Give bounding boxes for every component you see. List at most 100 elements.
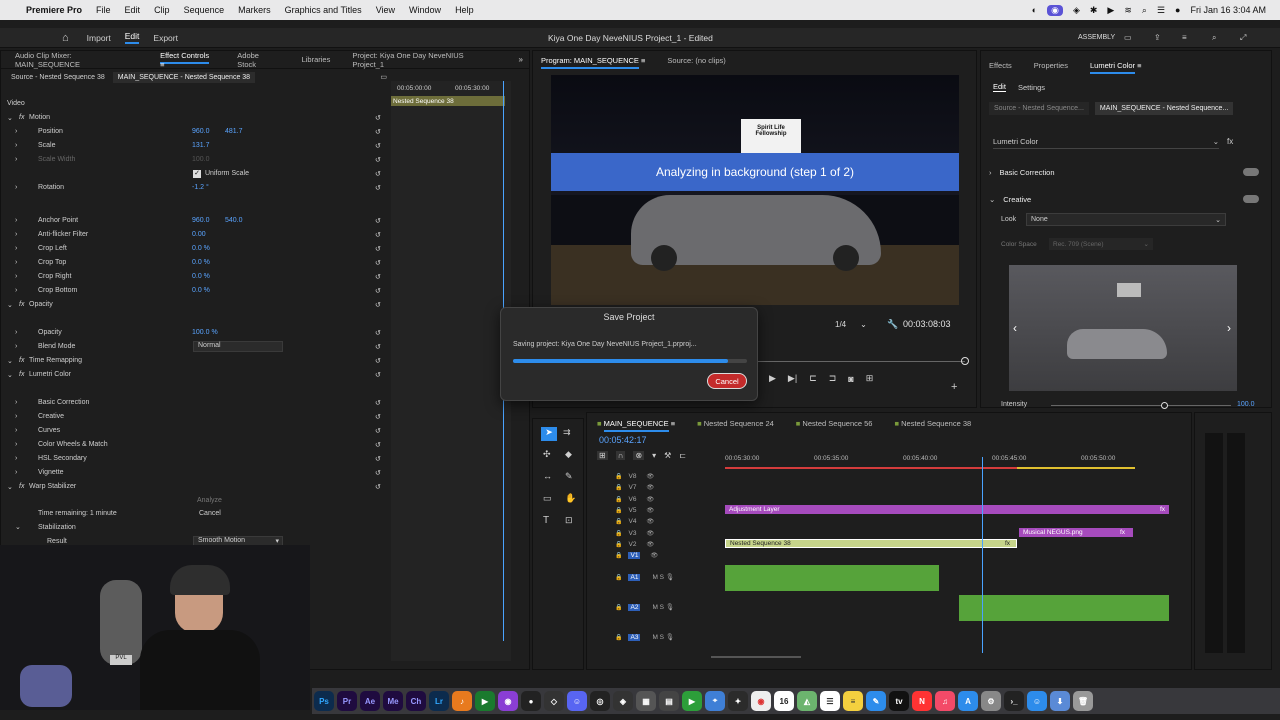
menu-edit[interactable]: Edit <box>125 5 141 15</box>
pen-icon[interactable]: ✎ <box>565 471 573 482</box>
chevron-icon[interactable]: › <box>15 245 17 252</box>
reminders-dock-icon[interactable]: ☰ <box>820 691 840 711</box>
ec-row-opacity[interactable]: ⌄ fx Opacity ↺ <box>1 298 391 311</box>
preview-prev-icon[interactable]: ‹ <box>1013 321 1017 335</box>
program-scrub-handle[interactable] <box>961 357 969 365</box>
marker-icon[interactable]: ▾ <box>652 451 656 460</box>
ec-value-1[interactable]: 0.0 % <box>192 273 210 280</box>
stabilize-cancel-button[interactable]: Cancel <box>199 510 221 517</box>
colorspace-select[interactable]: Rec. 709 (Scene) ⌄ <box>1049 238 1153 250</box>
chevron-icon[interactable]: › <box>15 287 17 294</box>
lock-icon[interactable]: 🔒 <box>615 635 622 641</box>
subtab-settings[interactable]: Settings <box>1018 83 1045 92</box>
video-track-header[interactable]: 🔒 V2 👁 <box>615 541 654 552</box>
app-name-menu[interactable]: Premiere Pro <box>26 5 82 15</box>
wifi-icon[interactable]: ≋ <box>1124 5 1132 16</box>
reset-icon[interactable]: ↺ <box>375 427 381 435</box>
reset-icon[interactable]: ↺ <box>375 399 381 407</box>
reset-icon[interactable]: ↺ <box>375 217 381 225</box>
fullscreen-icon[interactable]: ⤢ <box>1240 33 1246 43</box>
tab-adobe-stock[interactable]: Adobe Stock <box>237 51 279 69</box>
tab-audio-clip-mixer[interactable]: Audio Clip Mixer: MAIN_SEQUENCE <box>15 51 138 69</box>
clip-audio-a1[interactable] <box>725 565 939 591</box>
selection-tool-icon[interactable]: ➤ <box>541 427 557 441</box>
mute-solo-mic-icon[interactable]: M S 🎙 <box>652 604 674 611</box>
tab-import[interactable]: Import <box>87 33 111 43</box>
lock-icon[interactable]: 🔒 <box>615 575 622 581</box>
reset-icon[interactable]: ↺ <box>375 371 381 379</box>
eye-icon[interactable]: 👁 <box>646 485 654 491</box>
music-dock-icon[interactable]: ♫ <box>935 691 955 711</box>
news-dock-icon[interactable]: N <box>912 691 932 711</box>
captions-icon[interactable]: ⊏ <box>679 451 686 460</box>
ec-row-warp-stabilizer[interactable]: ⌄ fx Warp Stabilizer ↺ <box>1 480 391 493</box>
ripple-edit-icon[interactable]: ✣ <box>543 449 551 460</box>
subtab-edit[interactable]: Edit <box>993 82 1006 92</box>
sequence-clip-tab[interactable]: MAIN_SEQUENCE - Nested Sequence 38 <box>112 71 256 83</box>
reset-icon[interactable]: ↺ <box>375 441 381 449</box>
tab-nested-38[interactable]: ■ Nested Sequence 38 <box>894 419 971 428</box>
preview-next-icon[interactable]: › <box>1227 321 1231 335</box>
tab-effects[interactable]: Effects <box>989 61 1012 70</box>
lock-icon[interactable]: 🔒 <box>615 508 622 514</box>
downloads-dock-icon[interactable]: ⬇ <box>1050 691 1070 711</box>
fx-icon[interactable]: fx <box>1227 137 1233 146</box>
blend-mode-select[interactable]: Normal <box>193 341 283 352</box>
chevron-icon[interactable]: › <box>15 455 17 462</box>
tab-export[interactable]: Export <box>153 33 178 43</box>
menu-clock[interactable]: Fri Jan 16 3:04 AM <box>1190 5 1266 15</box>
chevron-icon[interactable]: › <box>15 427 17 434</box>
chevron-icon[interactable]: › <box>15 329 17 336</box>
ec-value-1[interactable]: 0.0 % <box>192 245 210 252</box>
fraction-select[interactable]: 1/4 ⌄ <box>835 317 875 331</box>
video-track-header[interactable]: 🔒 V5 👁 <box>615 507 654 518</box>
ec-row-creative[interactable]: › Creative ↺ <box>1 410 391 423</box>
ec-row-crop-left[interactable]: › Crop Left 0.0 % ↺ <box>1 242 391 255</box>
clip-audio-a2[interactable] <box>959 595 1169 621</box>
eye-icon[interactable]: 👁 <box>646 531 654 537</box>
magnet-icon[interactable]: ∩ <box>615 451 626 460</box>
lock-icon[interactable]: 🔒 <box>615 485 622 491</box>
chevron-icon[interactable]: ⌄ <box>7 357 13 365</box>
reset-icon[interactable]: ↺ <box>375 231 381 239</box>
ec-value-1[interactable]: -1.2 ° <box>192 184 209 191</box>
caption-icon[interactable]: ⊡ <box>565 515 573 526</box>
control-center-icon[interactable]: ☰ <box>1157 5 1165 16</box>
toggle-creative[interactable] <box>1243 195 1259 203</box>
intensity-value[interactable]: 100.0 <box>1237 401 1255 408</box>
chrome-dock-icon[interactable]: ◉ <box>751 691 771 711</box>
chevron-icon[interactable]: › <box>15 399 17 406</box>
tab-libraries[interactable]: Libraries <box>302 55 331 64</box>
figma-dock-icon[interactable]: ✦ <box>728 691 748 711</box>
ec-row-crop-right[interactable]: › Crop Right 0.0 % ↺ <box>1 270 391 283</box>
reset-icon[interactable]: ↺ <box>375 184 381 192</box>
program-scrub-bar[interactable] <box>753 361 965 362</box>
ec-row-opacity[interactable]: › Opacity 100.0 % ↺ <box>1 326 391 339</box>
search-icon[interactable]: ⌕ <box>1142 5 1147 16</box>
compare-icon[interactable]: ⊞ <box>866 373 874 384</box>
lock-icon[interactable]: 🔒 <box>615 531 622 537</box>
lower-third-icon[interactable]: ▭ <box>380 73 387 81</box>
settings-wrench-icon[interactable]: ⚒ <box>664 451 671 460</box>
timeline-scrollbar[interactable] <box>711 656 801 658</box>
chevron-icon[interactable]: ⌄ <box>7 301 13 309</box>
chevron-icon[interactable]: › <box>15 343 17 350</box>
ec-value-1[interactable]: 0.0 % <box>192 287 210 294</box>
audio-track-header[interactable]: 🔒 A1 M S 🎙 <box>615 573 674 584</box>
lift-icon[interactable]: ⊏ <box>809 373 817 384</box>
fx-icon[interactable]: fx <box>19 114 24 121</box>
bluetooth-icon[interactable]: ✱ <box>1090 5 1098 16</box>
toggle-basic-correction[interactable] <box>1243 168 1259 176</box>
ec-row-scale-width[interactable]: › Scale Width 100.0 ↺ <box>1 153 391 166</box>
eye-icon[interactable]: 👁 <box>646 519 654 525</box>
ec-row-basic-correction[interactable]: › Basic Correction ↺ <box>1 396 391 409</box>
step-forward-icon[interactable]: ▶| <box>788 373 797 384</box>
reset-icon[interactable]: ↺ <box>375 273 381 281</box>
video-track-header[interactable]: 🔒 V8 👁 <box>615 473 654 484</box>
premiere-dock-icon[interactable]: Pr <box>337 691 357 711</box>
camera-icon[interactable]: ◙ <box>848 374 853 384</box>
chevron-icon[interactable]: › <box>15 231 17 238</box>
notes-dock-icon[interactable]: ≡ <box>843 691 863 711</box>
tab-nested-56[interactable]: ■ Nested Sequence 56 <box>796 419 873 428</box>
facetime-dock-icon[interactable]: ▶ <box>682 691 702 711</box>
